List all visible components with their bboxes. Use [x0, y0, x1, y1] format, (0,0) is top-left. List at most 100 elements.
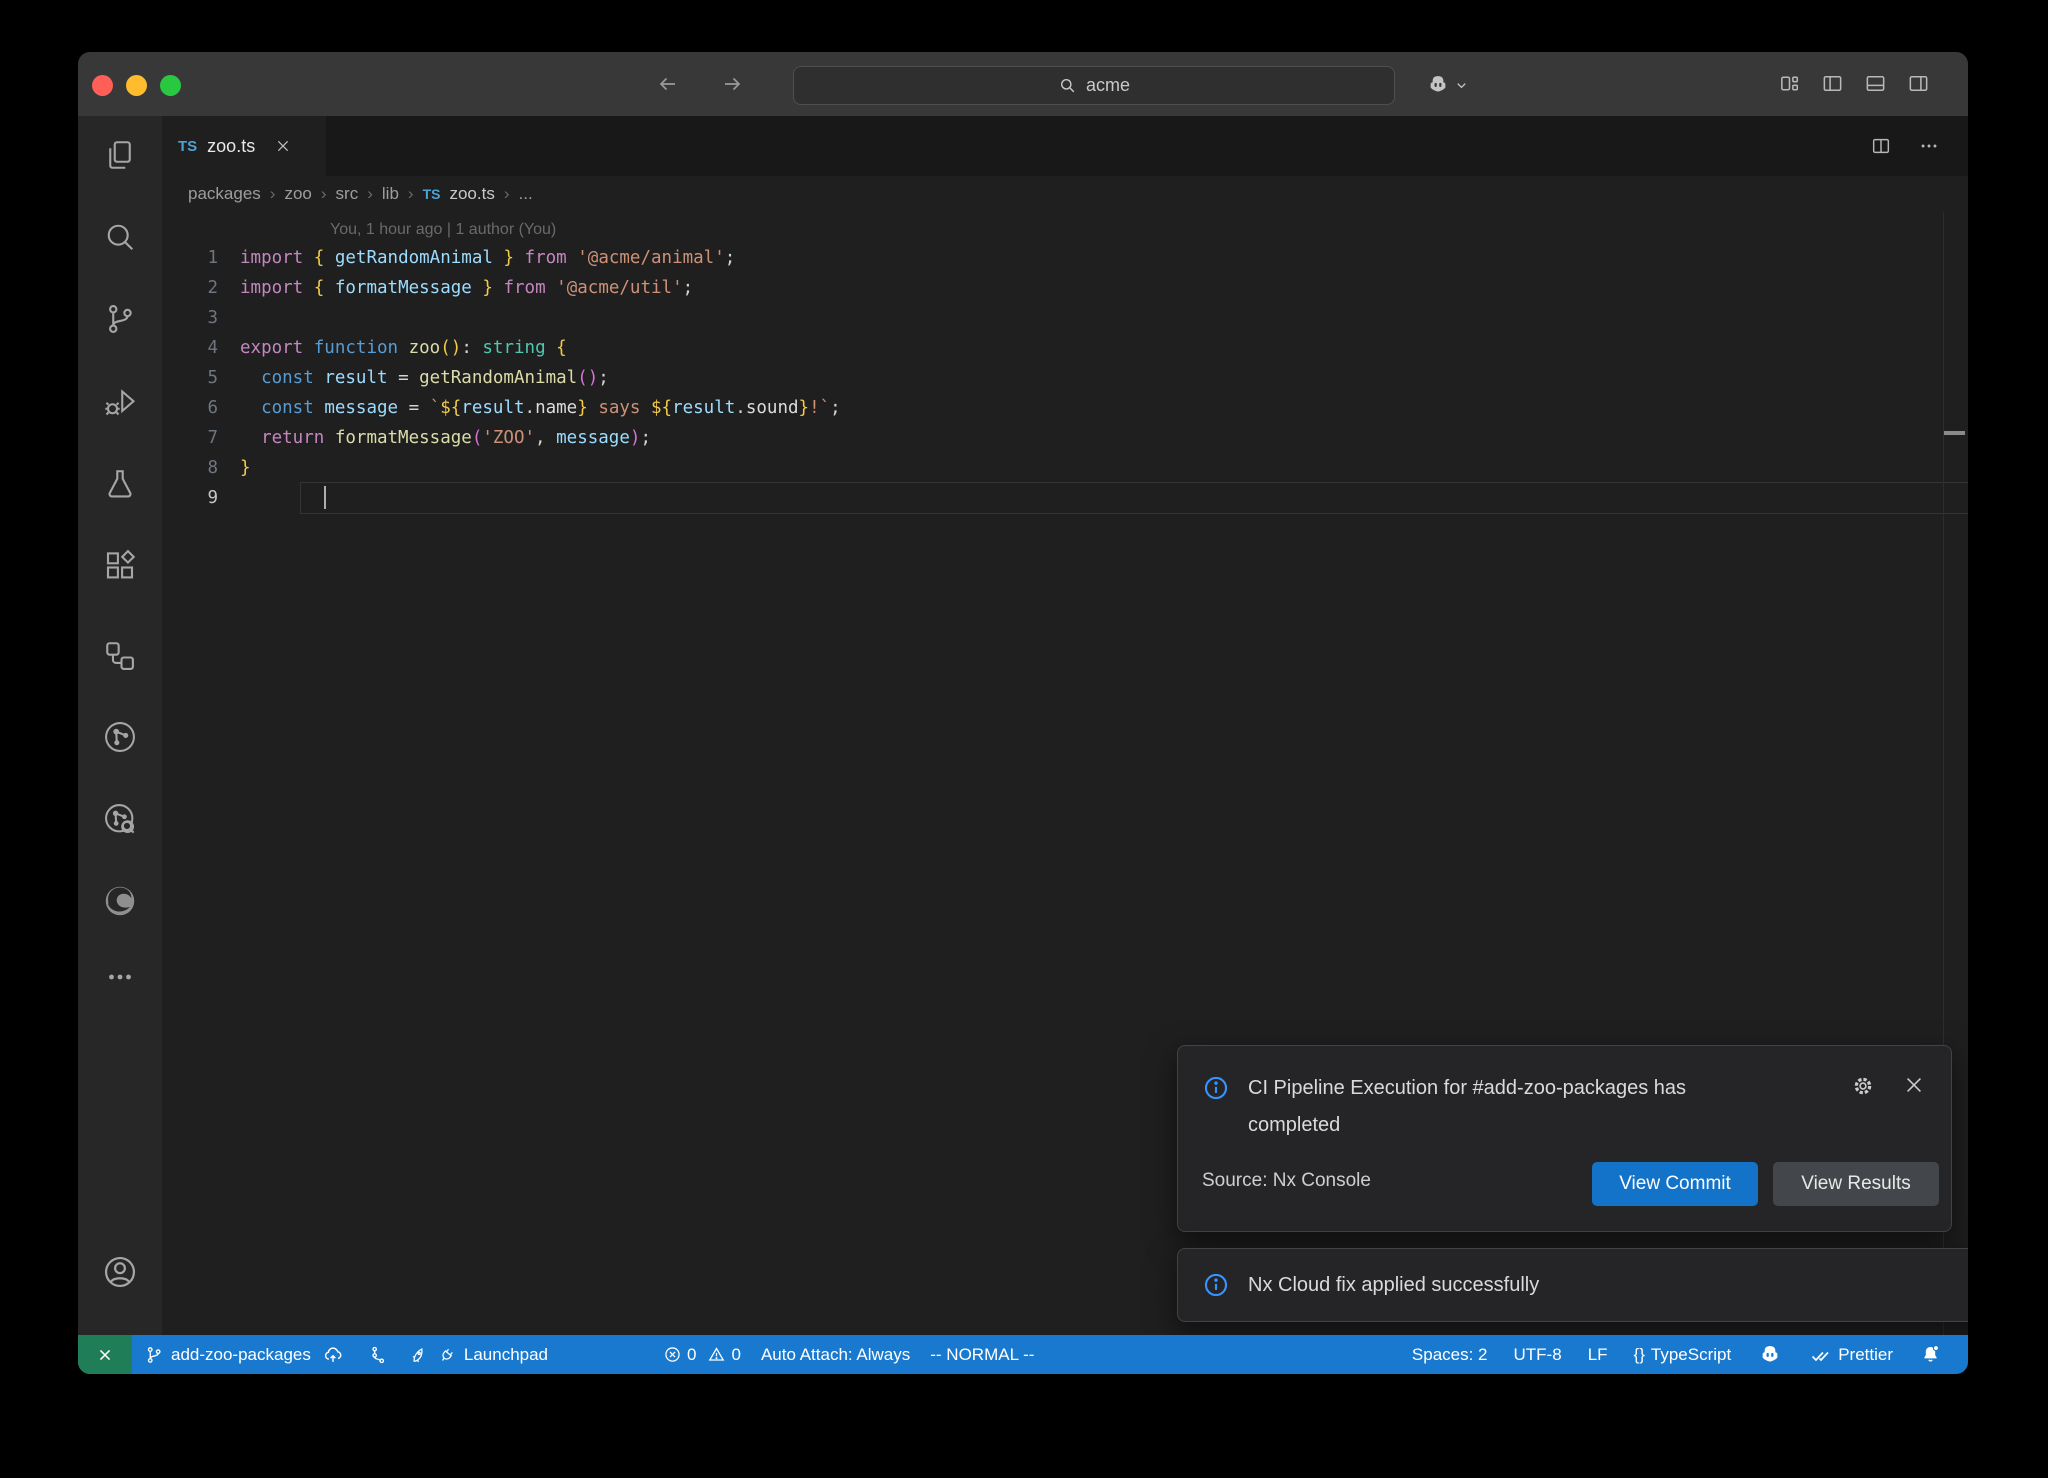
nx-cloud-icon[interactable] [101, 800, 139, 838]
forward-arrow-icon[interactable] [720, 72, 744, 96]
back-arrow-icon[interactable] [656, 72, 680, 96]
vscode-window: acme [78, 52, 1968, 1374]
code-line-7[interactable]: 7 return formatMessage('ZOO', message); [162, 423, 651, 453]
copilot-icon [1425, 72, 1451, 98]
branch-name: add-zoo-packages [171, 1345, 311, 1365]
vim-mode-label: -- NORMAL -- [930, 1345, 1034, 1365]
warning-icon [707, 1345, 726, 1364]
copilot-menu-button[interactable] [1425, 72, 1469, 98]
edge-tools-icon[interactable] [101, 882, 139, 920]
problems-status-item[interactable]: 0 0 [663, 1345, 741, 1365]
line-number: 2 [162, 273, 218, 303]
toggle-secondary-sidebar-button[interactable] [1907, 72, 1930, 95]
view-commit-button[interactable]: View Commit [1592, 1162, 1758, 1206]
breadcrumb-separator-icon: › [408, 184, 414, 204]
notification-close-icon[interactable] [1903, 1074, 1925, 1098]
indentation-status-item[interactable]: Spaces: 2 [1412, 1345, 1488, 1365]
code-line-1[interactable]: 1import { getRandomAnimal } from '@acme/… [162, 243, 735, 273]
git-branch-icon [144, 1345, 164, 1365]
more-actions-icon[interactable] [1918, 135, 1940, 157]
copilot-status-item[interactable] [1757, 1342, 1783, 1368]
more-views-icon[interactable] [103, 960, 137, 994]
line-number: 1 [162, 243, 218, 273]
formatter-label: Prettier [1838, 1345, 1893, 1365]
customize-layout-button[interactable] [1778, 72, 1801, 95]
explorer-icon[interactable] [102, 137, 138, 173]
minimize-window-button[interactable] [126, 75, 147, 96]
auto-attach-label: Auto Attach: Always [761, 1345, 910, 1365]
line-number: 7 [162, 423, 218, 453]
breadcrumb-symbol-tail[interactable]: ... [519, 184, 533, 204]
pipeline-graph-icon [368, 1345, 388, 1365]
code-line-5[interactable]: 5 const result = getRandomAnimal(); [162, 363, 609, 393]
encoding-status-item[interactable]: UTF-8 [1514, 1345, 1562, 1365]
notification-settings-gear-icon[interactable] [1851, 1074, 1875, 1098]
account-icon[interactable] [101, 1253, 139, 1291]
notifications-bell-item[interactable] [1919, 1343, 1942, 1366]
code-line-4[interactable]: 4export function zoo(): string { [162, 333, 567, 363]
code-line-9[interactable]: 9 [162, 483, 240, 513]
title-bar: acme [78, 52, 1968, 117]
rocket-icon [410, 1345, 430, 1365]
launchpad-status-item[interactable]: Launchpad [410, 1345, 548, 1365]
search-query-text: acme [1086, 75, 1130, 96]
tab-bar: TS zoo.ts [162, 116, 1968, 176]
source-control-graph-status-item[interactable] [368, 1345, 388, 1365]
language-status-item[interactable]: {} TypeScript [1634, 1345, 1732, 1365]
notification-message: Nx Cloud fix applied successfully [1248, 1274, 1539, 1297]
breadcrumb-item[interactable]: src [336, 184, 359, 204]
branch-status-item[interactable]: add-zoo-packages [144, 1344, 344, 1366]
breadcrumb-item[interactable]: lib [382, 184, 399, 204]
view-results-button[interactable]: View Results [1773, 1162, 1939, 1206]
vim-mode-status-item[interactable]: -- NORMAL -- [930, 1345, 1034, 1365]
project-view-icon[interactable] [102, 638, 138, 674]
code-line-3[interactable]: 3 [162, 303, 240, 333]
source-control-icon[interactable] [102, 301, 138, 337]
nx-console-icon[interactable] [101, 718, 139, 756]
current-line-highlight [300, 482, 1968, 514]
code-line-8[interactable]: 8} [162, 453, 251, 483]
toggle-primary-sidebar-button[interactable] [1821, 72, 1844, 95]
typescript-file-icon: TS [423, 186, 441, 202]
breadcrumb-file[interactable]: zoo.ts [449, 184, 494, 204]
line-number: 6 [162, 393, 218, 423]
command-center-search[interactable]: acme [793, 66, 1395, 105]
copilot-icon [1757, 1342, 1783, 1368]
chevron-down-icon [1454, 78, 1469, 93]
tab-close-icon[interactable] [275, 138, 291, 154]
formatter-status-item[interactable]: Prettier [1809, 1343, 1893, 1367]
line-number: 4 [162, 333, 218, 363]
testing-icon[interactable] [102, 466, 138, 502]
search-view-icon[interactable] [102, 219, 138, 255]
breadcrumb-separator-icon: › [321, 184, 327, 204]
plug-icon [437, 1345, 457, 1365]
code-line-2[interactable]: 2import { formatMessage } from '@acme/ut… [162, 273, 693, 303]
eol-status-item[interactable]: LF [1588, 1345, 1608, 1365]
blame-annotation: You, 1 hour ago | 1 author (You) [330, 215, 556, 245]
remote-indicator[interactable] [78, 1335, 132, 1374]
language-label: TypeScript [1651, 1345, 1731, 1365]
eol-label: LF [1588, 1345, 1608, 1365]
code-line-6[interactable]: 6 const message = `${result.name} says $… [162, 393, 841, 423]
overview-ruler-marker[interactable] [1944, 431, 1965, 435]
warning-count: 0 [731, 1345, 740, 1365]
cloud-upload-icon [322, 1344, 344, 1366]
tab-label: zoo.ts [207, 136, 255, 157]
close-window-button[interactable] [92, 75, 113, 96]
breadcrumb-item[interactable]: zoo [284, 184, 311, 204]
error-icon [663, 1345, 682, 1364]
braces-icon: {} [1634, 1345, 1645, 1365]
line-number: 8 [162, 453, 218, 483]
breadcrumb-item[interactable]: packages [188, 184, 261, 204]
maximize-window-button[interactable] [160, 75, 181, 96]
tab-zoo-ts[interactable]: TS zoo.ts [162, 116, 326, 176]
run-debug-icon[interactable] [102, 384, 138, 420]
toggle-panel-button[interactable] [1864, 72, 1887, 95]
line-number: 9 [162, 483, 218, 513]
extensions-icon[interactable] [102, 548, 138, 584]
split-editor-icon[interactable] [1870, 135, 1892, 157]
breadcrumb-separator-icon: › [270, 184, 276, 204]
notification-toast-nx-cloud: Nx Cloud fix applied successfully [1177, 1248, 1968, 1322]
auto-attach-status-item[interactable]: Auto Attach: Always [761, 1345, 910, 1365]
indentation-label: Spaces: 2 [1412, 1345, 1488, 1365]
